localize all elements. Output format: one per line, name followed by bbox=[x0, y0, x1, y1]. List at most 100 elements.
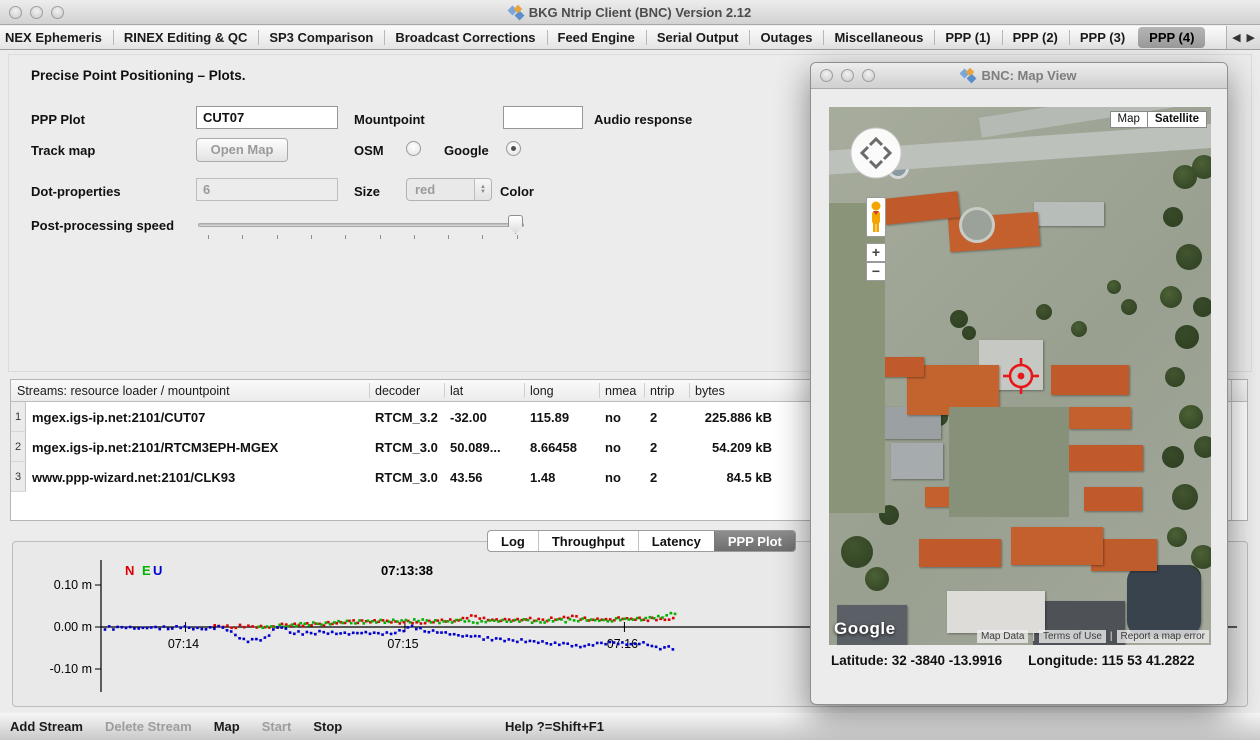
slider-tick-mark bbox=[311, 235, 312, 239]
y-tick-label: 0.10 m bbox=[54, 578, 92, 592]
map-tree bbox=[841, 536, 873, 568]
dot-color-value: red bbox=[407, 182, 474, 197]
plot-tab-latency[interactable]: Latency bbox=[638, 531, 714, 551]
map-tree bbox=[1193, 297, 1211, 317]
tab-ppp-4[interactable]: PPP (4) bbox=[1138, 27, 1205, 48]
tab-rinex-editing-qc[interactable]: RINEX Editing & QC bbox=[113, 26, 259, 49]
map-tree bbox=[865, 567, 889, 591]
slider-tick-mark bbox=[482, 235, 483, 239]
map-pan-control[interactable] bbox=[850, 127, 902, 179]
tab-feed-engine[interactable]: Feed Engine bbox=[547, 26, 646, 49]
map-road bbox=[1145, 107, 1169, 645]
map-tree bbox=[1121, 299, 1137, 315]
google-radio[interactable] bbox=[506, 141, 521, 156]
slider-tick-mark bbox=[380, 235, 381, 239]
google-label: Google bbox=[444, 143, 489, 158]
map-zoom-in-button[interactable]: + bbox=[866, 243, 886, 262]
tab-miscellaneous[interactable]: Miscellaneous bbox=[823, 26, 934, 49]
column-header-bytes[interactable]: bytes bbox=[689, 380, 784, 401]
cell-decoder: RTCM_3.2 bbox=[369, 410, 444, 425]
dot-size-input[interactable] bbox=[196, 178, 338, 201]
position-readout: Latitude: 32 -3840 -13.9916 Longitude: 1… bbox=[831, 653, 1211, 668]
cell-decoder: RTCM_3.0 bbox=[369, 470, 444, 485]
map-building bbox=[1061, 445, 1143, 471]
map-type-map-button[interactable]: Map bbox=[1110, 111, 1148, 128]
map-button[interactable]: Map bbox=[214, 719, 240, 734]
position-crosshair-marker bbox=[1003, 358, 1039, 394]
cell-ntrip: 2 bbox=[644, 440, 689, 455]
map-tree bbox=[1173, 165, 1197, 189]
street-view-pegman[interactable] bbox=[866, 197, 886, 237]
plot-tab-throughput[interactable]: Throughput bbox=[538, 531, 638, 551]
column-header-decoder[interactable]: decoder bbox=[369, 380, 444, 401]
tab-sp3-comparison[interactable]: SP3 Comparison bbox=[258, 26, 384, 49]
tab-scroll-left-icon[interactable]: ◀ bbox=[1230, 31, 1242, 44]
cell-mountpoint: www.ppp-wizard.net:2101/CLK93 bbox=[26, 470, 369, 485]
map-tree bbox=[1167, 527, 1187, 547]
map-type-satellite-button[interactable]: Satellite bbox=[1148, 111, 1207, 128]
open-map-button[interactable]: Open Map bbox=[196, 138, 288, 162]
map-tree bbox=[1036, 304, 1052, 320]
attribution-link-map-data[interactable]: Map Data bbox=[977, 630, 1028, 643]
plot-tab-log[interactable]: Log bbox=[488, 531, 538, 551]
tab-serial-output[interactable]: Serial Output bbox=[646, 26, 750, 49]
map-zoom-out-button[interactable]: − bbox=[866, 262, 886, 281]
column-header-streams[interactable]: Streams: resource loader / mountpoint bbox=[11, 380, 369, 401]
longitude-text: Longitude: 115 53 41.2822 bbox=[1028, 653, 1195, 668]
x-tick-label: 07:15 bbox=[387, 637, 418, 651]
tab-scroll-buttons: ◀ ▶ bbox=[1226, 26, 1260, 49]
map-road bbox=[887, 289, 897, 407]
map-building bbox=[1084, 487, 1142, 511]
scrollbar-corner bbox=[1232, 380, 1247, 402]
column-header-ntrip[interactable]: ntrip bbox=[644, 380, 689, 401]
dot-color-dropdown[interactable]: red ▲▼ bbox=[406, 178, 492, 201]
mountpoint-input[interactable] bbox=[503, 106, 583, 129]
slider-tick-mark bbox=[414, 235, 415, 239]
osm-radio[interactable] bbox=[406, 141, 421, 156]
column-header-nmea[interactable]: nmea bbox=[599, 380, 644, 401]
y-tick-label: 0.00 m bbox=[54, 620, 92, 634]
stop-button[interactable]: Stop bbox=[313, 719, 342, 734]
ppp-plot-input[interactable] bbox=[196, 106, 338, 129]
color-label: Color bbox=[500, 184, 534, 199]
tab-scroll-right-icon[interactable]: ▶ bbox=[1245, 31, 1257, 44]
map-plaza bbox=[959, 207, 995, 243]
tab-outages[interactable]: Outages bbox=[749, 26, 823, 49]
map-tree bbox=[1071, 321, 1087, 337]
speed-slider-track[interactable] bbox=[198, 223, 524, 227]
column-header-long[interactable]: long bbox=[524, 380, 599, 401]
tab-nex-ephemeris[interactable]: NEX Ephemeris bbox=[0, 26, 113, 49]
cell-ntrip: 2 bbox=[644, 410, 689, 425]
map-building bbox=[1034, 202, 1104, 226]
streams-table-scrollbar[interactable] bbox=[1231, 380, 1247, 520]
map-attribution: Map Data|Terms of Use|Report a map error bbox=[977, 630, 1209, 643]
cell-long: 115.89 bbox=[524, 410, 599, 425]
tab-broadcast-corrections[interactable]: Broadcast Corrections bbox=[384, 26, 546, 49]
status-toolbar: Add StreamDelete StreamMapStartStopHelp … bbox=[0, 712, 1260, 740]
map-window-title: BNC: Map View bbox=[811, 68, 1227, 83]
delete-stream-button: Delete Stream bbox=[105, 719, 192, 734]
slider-tick-mark bbox=[448, 235, 449, 239]
slider-tick-mark bbox=[277, 235, 278, 239]
cell-bytes: 225.886 kB bbox=[689, 410, 784, 425]
tab-strip: NEX EphemerisRINEX Editing & QCSP3 Compa… bbox=[0, 26, 1260, 50]
tab-ppp-3[interactable]: PPP (3) bbox=[1069, 26, 1136, 49]
tab-ppp-1[interactable]: PPP (1) bbox=[934, 26, 1001, 49]
cell-decoder: RTCM_3.0 bbox=[369, 440, 444, 455]
osm-label: OSM bbox=[354, 143, 384, 158]
cell-nmea: no bbox=[599, 410, 644, 425]
attribution-link-report-a-map-error[interactable]: Report a map error bbox=[1117, 630, 1209, 643]
dropdown-stepper-icon: ▲▼ bbox=[474, 179, 491, 200]
map-window-title-text: BNC: Map View bbox=[981, 68, 1076, 83]
mountpoint-label: Mountpoint bbox=[354, 112, 425, 127]
cell-ntrip: 2 bbox=[644, 470, 689, 485]
add-stream-button[interactable]: Add Stream bbox=[10, 719, 83, 734]
plot-tab-ppp-plot[interactable]: PPP Plot bbox=[714, 531, 795, 551]
dot-properties-label: Dot-properties bbox=[31, 184, 121, 199]
speed-slider-thumb[interactable] bbox=[508, 215, 523, 234]
tab-ppp-2[interactable]: PPP (2) bbox=[1002, 26, 1069, 49]
satellite-map[interactable]: Map Satellite + − bbox=[829, 107, 1211, 645]
attribution-link-terms-of-use[interactable]: Terms of Use bbox=[1039, 630, 1106, 643]
cell-bytes: 54.209 kB bbox=[689, 440, 784, 455]
column-header-lat[interactable]: lat bbox=[444, 380, 524, 401]
